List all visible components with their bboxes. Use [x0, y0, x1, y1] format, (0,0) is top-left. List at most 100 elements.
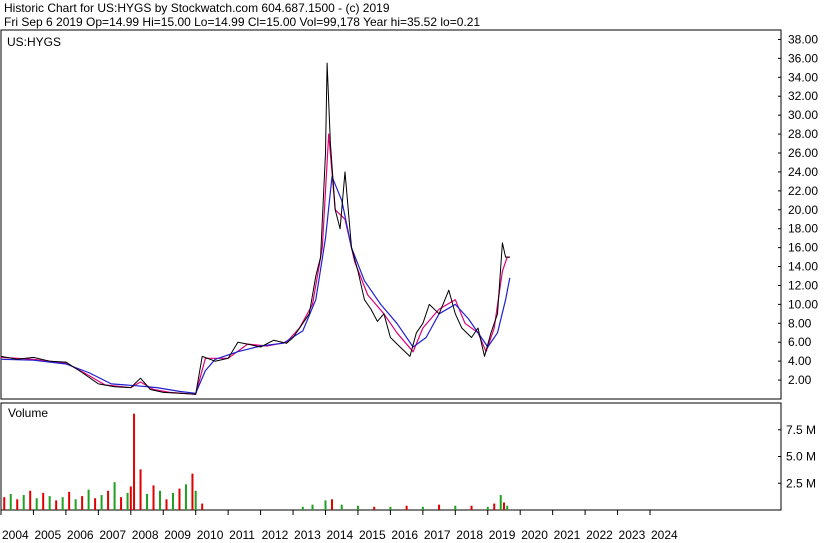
- volume-bar: [61, 497, 64, 510]
- volume-bar: [506, 505, 509, 510]
- time-tick-label: 2020: [521, 528, 548, 542]
- volume-tick-label: 7.5 M: [786, 423, 816, 437]
- volume-bar: [146, 493, 149, 510]
- time-tick-label: 2016: [391, 528, 418, 542]
- volume-bar: [499, 495, 502, 510]
- volume-tick-label: 2.5 M: [786, 476, 816, 490]
- price-tick-label: 4.00: [788, 354, 812, 368]
- volume-bar: [29, 490, 32, 510]
- volume-bar: [35, 498, 38, 510]
- time-tick-label: 2021: [554, 528, 581, 542]
- volume-bar: [324, 500, 327, 510]
- time-tick-label: 2017: [424, 528, 451, 542]
- time-tick-label: 2006: [67, 528, 94, 542]
- volume-bar: [9, 493, 12, 510]
- volume-bar: [201, 503, 204, 510]
- volume-bar: [493, 503, 496, 510]
- volume-bar: [454, 505, 457, 510]
- volume-bar: [107, 490, 110, 510]
- volume-tick-label: 5.0 M: [786, 450, 816, 464]
- price-tick-label: 14.00: [788, 260, 818, 274]
- time-tick-label: 2023: [619, 528, 646, 542]
- time-tick-label: 2005: [34, 528, 61, 542]
- time-tick-label: 2022: [586, 528, 613, 542]
- price-tick-label: 18.00: [788, 222, 818, 236]
- price-tick-label: 8.00: [788, 316, 812, 330]
- volume-bar: [126, 492, 129, 510]
- time-tick-label: 2018: [456, 528, 483, 542]
- price-tick-label: 26.00: [788, 146, 818, 160]
- price-axis: 38.00 36.00 34.00 32.00 30.00 28.00 26.00 24.00…: [778, 32, 818, 387]
- price-tick-label: 12.00: [788, 278, 818, 292]
- time-axis: 2004 2005 2006 2007 2008 2009 2010 2011 2012 2013…: [0, 510, 678, 542]
- time-tick-label: 2013: [294, 528, 321, 542]
- volume-bar: [438, 504, 441, 510]
- time-tick-label: 2019: [489, 528, 516, 542]
- price-tick-label: 16.00: [788, 241, 818, 255]
- time-tick-label: 2009: [164, 528, 191, 542]
- volume-bar: [502, 502, 505, 510]
- price-tick-label: 24.00: [788, 165, 818, 179]
- time-tick-label: 2007: [99, 528, 126, 542]
- volume-label: Volume: [8, 406, 48, 420]
- price-tick-label: 22.00: [788, 184, 818, 198]
- price-tick-label: 28.00: [788, 127, 818, 141]
- volume-bar: [191, 473, 194, 510]
- volume-bar: [165, 499, 168, 510]
- volume-bar: [74, 499, 77, 510]
- volume-bar: [152, 485, 155, 510]
- volume-panel: [0, 402, 782, 511]
- volume-bar: [171, 492, 174, 510]
- volume-bar: [94, 498, 97, 510]
- volume-bar: [100, 495, 103, 510]
- price-tick-label: 36.00: [788, 51, 818, 65]
- volume-bar: [81, 496, 84, 510]
- volume-bar: [421, 506, 424, 510]
- volume-bar: [184, 484, 187, 510]
- price-tick-label: 32.00: [788, 89, 818, 103]
- volume-bar: [3, 497, 6, 510]
- volume-bar: [159, 490, 162, 510]
- volume-bar: [55, 500, 58, 510]
- volume-bar: [373, 506, 376, 510]
- time-tick-label: 2011: [229, 528, 255, 542]
- volume-bar: [16, 499, 19, 510]
- volume-bar: [389, 506, 392, 510]
- volume-bar: [129, 486, 132, 510]
- time-tick-label: 2012: [262, 528, 289, 542]
- price-tick-label: 34.00: [788, 70, 818, 84]
- volume-bar: [22, 495, 25, 510]
- volume-bar: [301, 506, 304, 510]
- volume-bar: [340, 504, 343, 510]
- volume-bar: [178, 488, 181, 510]
- volume-bar: [311, 504, 314, 510]
- volume-bar: [133, 413, 136, 510]
- volume-bar: [68, 491, 71, 510]
- time-tick-label: 2014: [327, 528, 354, 542]
- price-tick-label: 10.00: [788, 297, 818, 311]
- time-tick-label: 2008: [132, 528, 159, 542]
- stock-chart: US:HYGS Volume 38.00 36.00 34.00 32.00 30.00…: [0, 29, 818, 542]
- price-panel: [0, 29, 782, 400]
- volume-bar: [120, 497, 123, 510]
- volume-bar: [330, 499, 333, 510]
- volume-axis: 7.5 M 5.0 M 2.5 M: [778, 423, 816, 490]
- volume-bar: [113, 482, 116, 510]
- time-tick-label: 2010: [197, 528, 224, 542]
- volume-bar: [42, 492, 45, 510]
- volume-bar: [194, 490, 197, 510]
- volume-bar: [139, 469, 142, 510]
- price-tick-label: 2.00: [788, 373, 812, 387]
- volume-bar: [48, 496, 51, 510]
- price-tick-label: 30.00: [788, 108, 818, 122]
- volume-bar: [405, 505, 408, 510]
- time-tick-label: 2015: [359, 528, 386, 542]
- volume-bar: [470, 505, 473, 510]
- volume-bar: [486, 506, 489, 510]
- symbol-label: US:HYGS: [7, 35, 61, 49]
- time-tick-label: 2004: [2, 528, 29, 542]
- price-tick-label: 38.00: [788, 32, 818, 46]
- time-tick-label: 2024: [651, 528, 678, 542]
- volume-bar: [356, 505, 359, 510]
- price-tick-label: 20.00: [788, 203, 818, 217]
